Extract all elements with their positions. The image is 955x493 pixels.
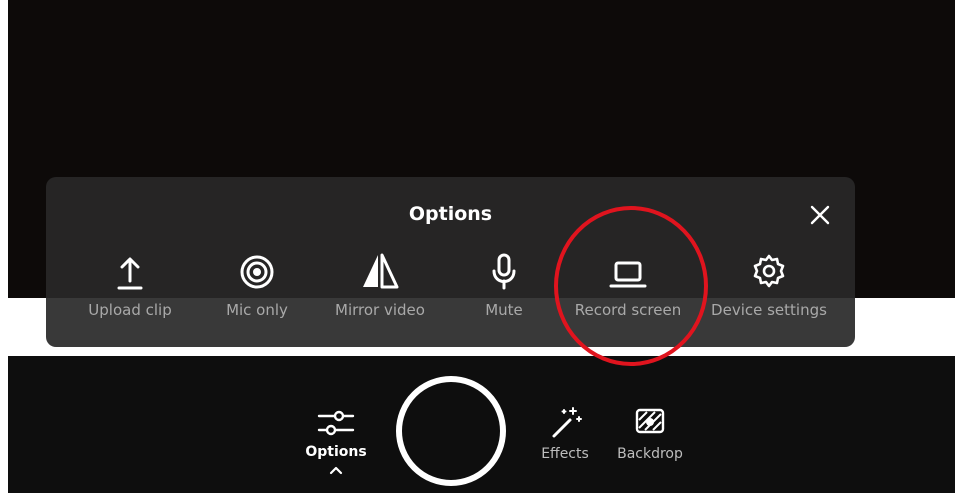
- record-button[interactable]: [396, 376, 506, 486]
- magic-wand-icon: [552, 407, 582, 438]
- option-label: Device settings: [711, 301, 827, 319]
- close-icon: [810, 205, 830, 225]
- close-button[interactable]: [806, 201, 834, 229]
- record-screen-button[interactable]: Record screen: [568, 251, 688, 319]
- options-panel: Options Upload clip Mic only Mirror vide…: [46, 177, 855, 347]
- microphone-icon: [492, 253, 516, 290]
- backdrop-button[interactable]: Backdrop: [604, 404, 696, 462]
- mic-only-icon: [240, 255, 274, 289]
- device-settings-button[interactable]: Device settings: [709, 251, 829, 319]
- options-label: Options: [305, 444, 367, 460]
- option-label: Mirror video: [335, 301, 425, 319]
- laptop-icon: [609, 261, 647, 288]
- mirror-icon: [363, 253, 399, 289]
- upload-clip-button[interactable]: Upload clip: [70, 251, 190, 319]
- mic-only-button[interactable]: Mic only: [197, 251, 317, 319]
- effects-label: Effects: [541, 446, 589, 462]
- panel-title: Options: [408, 203, 493, 225]
- backdrop-label: Backdrop: [617, 446, 683, 462]
- option-label: Upload clip: [88, 301, 172, 319]
- gear-icon: [753, 254, 785, 288]
- options-toggle-button[interactable]: Options: [300, 406, 372, 479]
- mirror-video-button[interactable]: Mirror video: [320, 251, 440, 319]
- backdrop-icon: [635, 408, 665, 434]
- effects-button[interactable]: Effects: [533, 404, 597, 462]
- option-label: Mute: [485, 301, 523, 319]
- mute-button[interactable]: Mute: [444, 251, 564, 319]
- option-label: Mic only: [226, 301, 288, 319]
- sliders-icon: [317, 410, 355, 436]
- option-label: Record screen: [574, 301, 682, 319]
- chevron-up-icon: [329, 466, 343, 475]
- upload-icon: [117, 257, 143, 290]
